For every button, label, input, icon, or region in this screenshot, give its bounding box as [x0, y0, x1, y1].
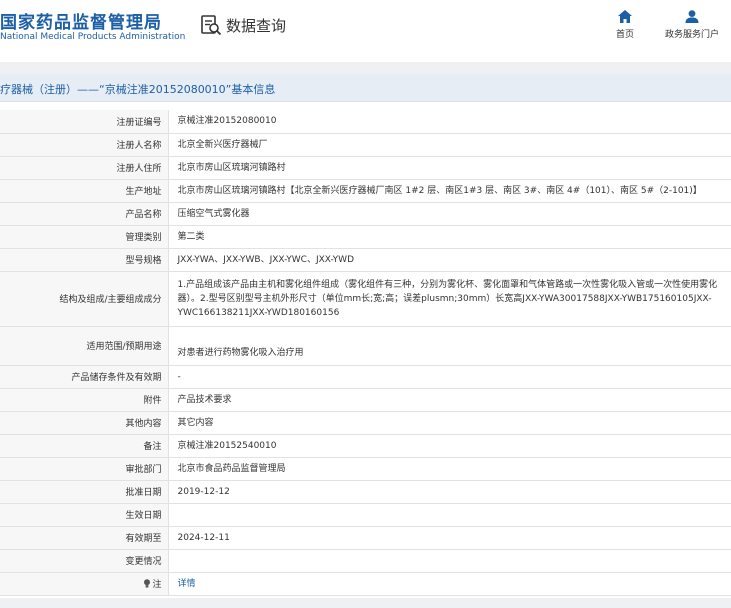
field-value	[168, 549, 731, 573]
table-row: 其他内容 其它内容	[0, 411, 731, 435]
field-value: 其它内容	[168, 411, 731, 435]
table-row: 生产地址 北京市房山区琉璃河镇路村【北京全新兴医疗器械厂南区 1#2 层、南区1…	[0, 179, 731, 203]
field-value: -	[168, 365, 731, 389]
table-row: 审批部门 北京市食品药品监督管理局	[0, 457, 731, 481]
nav-home-label: 首页	[615, 30, 634, 40]
table-row: 批准日期 2019-12-12	[0, 480, 731, 504]
data-query-icon	[201, 15, 222, 36]
table-row: 备注 京械注准20152540010	[0, 434, 731, 458]
field-label: 变更情况	[0, 549, 169, 573]
field-label: 注册人住所	[0, 156, 169, 180]
field-value: 1.产品组成该产品由主机和雾化组件组成（雾化组件有三种，分别为雾化杯、雾化面罩和…	[168, 271, 731, 327]
field-label: 产品储存条件及有效期	[0, 365, 169, 389]
field-label: 结构及组成/主要组成成分	[0, 271, 169, 327]
field-value: 京械注准20152080010	[168, 110, 731, 134]
field-label: 附件	[0, 388, 169, 412]
details-link[interactable]: 详情	[178, 579, 196, 589]
field-value: 北京市房山区琉璃河镇路村【北京全新兴医疗器械厂南区 1#2 层、南区1#3 层、…	[168, 179, 731, 203]
table-row: 注册人住所 北京市房山区琉璃河镇路村	[0, 156, 731, 180]
page-title: 疗器械（注册）——“京械注准20152080010”基本信息	[0, 83, 276, 96]
device-info-table: 注册证编号 京械注准20152080010 注册人名称 北京全新兴医疗器械厂 注…	[0, 110, 731, 596]
table-row: 产品名称 压缩空气式雾化器	[0, 202, 731, 226]
data-query-label: 数据查询	[226, 16, 287, 35]
table-row: 型号规格 JXX-YWA、JXX-YWB、JXX-YWC、JXX-YWD	[0, 248, 731, 272]
table-row: 适用范围/预期用途 对患者进行药物雾化吸入治疗用	[0, 326, 731, 366]
table-row: 生效日期	[0, 503, 731, 527]
field-value: 对患者进行药物雾化吸入治疗用	[168, 326, 731, 366]
field-value: 北京市房山区琉璃河镇路村	[168, 156, 731, 180]
field-label: 生效日期	[0, 503, 169, 527]
field-label: 有效期至	[0, 526, 169, 550]
site-logo-subtitle: National Medical Products Administration	[0, 32, 186, 42]
field-label: 备注	[0, 434, 169, 458]
table-row: 注册人名称 北京全新兴医疗器械厂	[0, 133, 731, 157]
table-row: 变更情况	[0, 549, 731, 573]
field-value: 京械注准20152540010	[168, 434, 731, 458]
field-label: 注册人名称	[0, 133, 169, 157]
nav-portal-label: 政务服务门户	[664, 30, 719, 40]
field-value: 北京市食品药品监督管理局	[168, 457, 731, 481]
field-value: 2019-12-12	[168, 480, 731, 504]
field-value: 2024-12-11	[168, 526, 731, 550]
field-label: 审批部门	[0, 457, 169, 481]
site-logo-title[interactable]: 国家药品监督管理局	[0, 8, 162, 33]
page-title-bar: 疗器械（注册）——“京械注准20152080010”基本信息	[0, 74, 731, 102]
field-value: 产品技术要求	[168, 388, 731, 412]
field-value: JXX-YWA、JXX-YWB、JXX-YWC、JXX-YWD	[168, 248, 731, 272]
data-query-section[interactable]: 数据查询	[200, 14, 286, 36]
field-value	[168, 503, 731, 527]
footer-separator	[0, 598, 731, 608]
field-value: 详情	[168, 572, 731, 596]
nav-home[interactable]: 首页	[612, 10, 638, 40]
note-label: 注	[152, 580, 162, 590]
site-header: 国家药品监督管理局 National Medical Products Admi…	[0, 0, 731, 62]
field-label: 注册证编号	[0, 110, 169, 134]
table-row: 产品储存条件及有效期 -	[0, 365, 731, 389]
field-label: 适用范围/预期用途	[0, 326, 169, 366]
field-value: 北京全新兴医疗器械厂	[168, 133, 731, 157]
table-row: 结构及组成/主要组成成分 1.产品组成该产品由主机和雾化组件组成（雾化组件有三种…	[0, 271, 731, 327]
table-row: 注 详情	[0, 572, 731, 596]
field-label: 管理类别	[0, 225, 169, 249]
home-icon	[618, 10, 632, 23]
table-row: 注册证编号 京械注准20152080010	[0, 110, 731, 134]
field-label: 产品名称	[0, 202, 169, 226]
field-value: 第二类	[168, 225, 731, 249]
field-label: 批准日期	[0, 480, 169, 504]
table-row: 附件 产品技术要求	[0, 388, 731, 412]
table-row: 有效期至 2024-12-11	[0, 526, 731, 550]
lightbulb-icon	[144, 579, 151, 588]
field-label: 生产地址	[0, 179, 169, 203]
field-label-note: 注	[0, 572, 169, 596]
field-label: 型号规格	[0, 248, 169, 272]
table-row: 管理类别 第二类	[0, 225, 731, 249]
header-separator	[0, 62, 731, 74]
field-value: 压缩空气式雾化器	[168, 202, 731, 226]
nav-service-portal[interactable]: 政务服务门户	[660, 10, 724, 40]
field-label: 其他内容	[0, 411, 169, 435]
user-icon	[685, 10, 699, 23]
